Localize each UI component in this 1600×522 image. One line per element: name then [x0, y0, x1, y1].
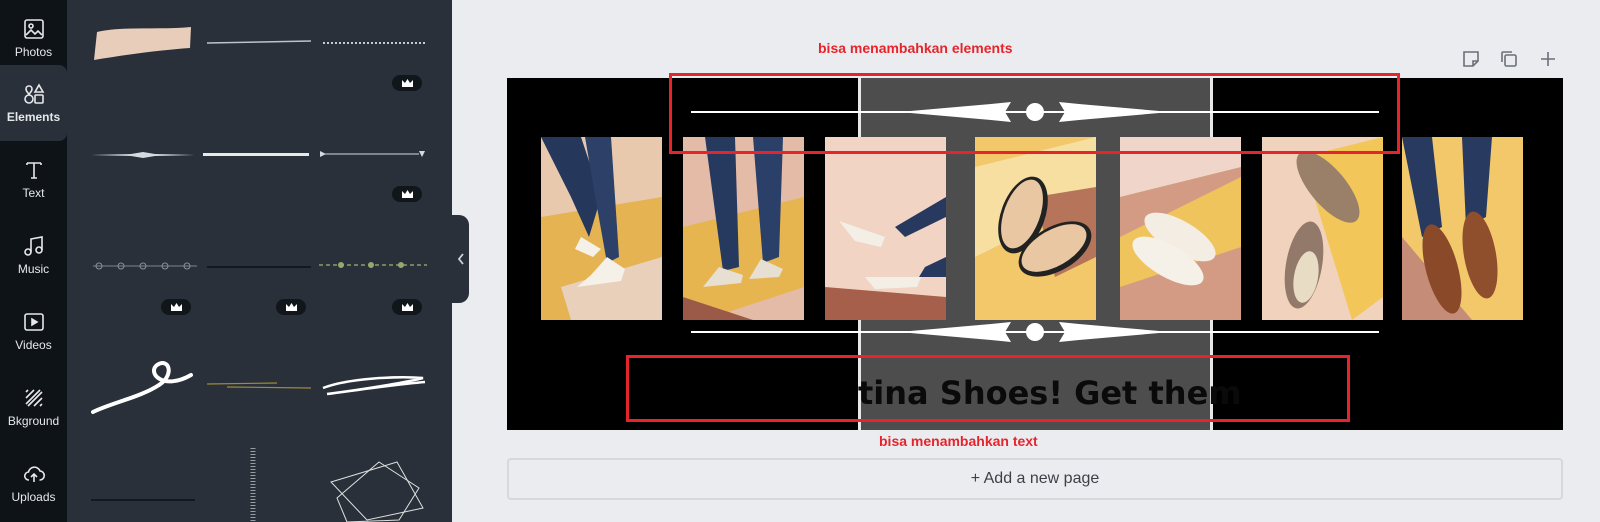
- duplicate-icon: [1501, 51, 1517, 67]
- rail-label-background: Bkground: [7, 414, 60, 428]
- photo-shoe-1[interactable]: [541, 137, 662, 320]
- rail-item-background[interactable]: Bkground: [0, 369, 67, 445]
- rail-label-text: Text: [22, 186, 45, 200]
- crown-icon: [285, 303, 297, 311]
- photo-sandals-4[interactable]: [975, 137, 1096, 320]
- rail-label-elements: Elements: [6, 110, 61, 124]
- rail-label-music: Music: [17, 262, 50, 276]
- crown-icon: [401, 79, 413, 87]
- sticky-note-icon: [1463, 51, 1479, 67]
- element-dark-line-2[interactable]: [91, 497, 195, 503]
- rail-label-photos: Photos: [14, 45, 53, 59]
- element-solid-line[interactable]: [203, 150, 311, 160]
- premium-crown-badge: [161, 299, 191, 315]
- collapse-panel-button[interactable]: [452, 215, 469, 303]
- photo-loafers-6[interactable]: [1262, 137, 1383, 320]
- add-new-page-label: + Add a new page: [970, 470, 1100, 487]
- left-rail: Photos Elements Text Music Videos Bkgrou…: [0, 0, 67, 522]
- photo-slides-5[interactable]: [1120, 137, 1241, 320]
- premium-crown-badge: [392, 75, 422, 91]
- video-icon: [23, 313, 44, 331]
- crown-icon: [170, 303, 182, 311]
- rail-label-uploads: Uploads: [11, 490, 56, 504]
- element-arrow-line[interactable]: [319, 148, 427, 162]
- premium-crown-badge: [392, 299, 422, 315]
- element-dotted-line[interactable]: [321, 36, 427, 48]
- element-thin-line[interactable]: [207, 36, 311, 48]
- music-icon: [23, 236, 43, 256]
- element-brush-stroke[interactable]: [91, 24, 195, 64]
- crown-icon: [401, 303, 413, 311]
- add-page-plus-button[interactable]: [1536, 47, 1560, 71]
- shapes-icon: [23, 83, 44, 104]
- premium-crown-badge: [276, 299, 306, 315]
- rail-item-elements[interactable]: Elements: [0, 65, 67, 141]
- background-pattern-icon: [24, 389, 43, 407]
- chevron-left-icon: [457, 253, 464, 265]
- rail-item-videos[interactable]: Videos: [0, 293, 67, 369]
- photo-icon: [23, 19, 44, 39]
- annotation-text: bisa menambahkan text: [879, 433, 1038, 449]
- photo-shoe-2[interactable]: [683, 137, 804, 320]
- plus-icon: [1541, 52, 1555, 66]
- element-dark-line[interactable]: [207, 264, 311, 270]
- element-glitter-strip[interactable]: [245, 448, 261, 522]
- element-swirl-stroke[interactable]: [91, 355, 199, 417]
- add-new-page-button[interactable]: + Add a new page: [507, 458, 1563, 500]
- add-note-button[interactable]: [1459, 47, 1483, 71]
- photo-flats-7[interactable]: [1402, 137, 1523, 320]
- bottom-ornament-divider[interactable]: [691, 318, 1379, 346]
- element-geometric-frame[interactable]: [327, 458, 425, 522]
- rail-label-videos: Videos: [15, 338, 52, 352]
- element-gold-lines[interactable]: [207, 378, 313, 392]
- upload-cloud-icon: [23, 466, 45, 482]
- annotation-box-elements: [669, 73, 1400, 154]
- element-diamond-divider[interactable]: [91, 150, 195, 160]
- rail-item-music[interactable]: Music: [0, 217, 67, 293]
- duplicate-page-button[interactable]: [1497, 47, 1521, 71]
- annotation-box-text: [626, 355, 1350, 422]
- rail-item-text[interactable]: Text: [0, 141, 67, 217]
- rail-item-uploads[interactable]: Uploads: [0, 445, 67, 521]
- text-icon: [25, 162, 42, 179]
- premium-crown-badge: [392, 186, 422, 202]
- element-white-loops[interactable]: [319, 370, 429, 398]
- element-beaded-line[interactable]: [91, 260, 199, 272]
- annotation-elements: bisa menambahkan elements: [818, 40, 1013, 56]
- element-ornament-line[interactable]: [319, 258, 427, 272]
- elements-panel: [67, 0, 452, 522]
- photo-shoe-3[interactable]: [825, 137, 946, 320]
- crown-icon: [401, 190, 413, 198]
